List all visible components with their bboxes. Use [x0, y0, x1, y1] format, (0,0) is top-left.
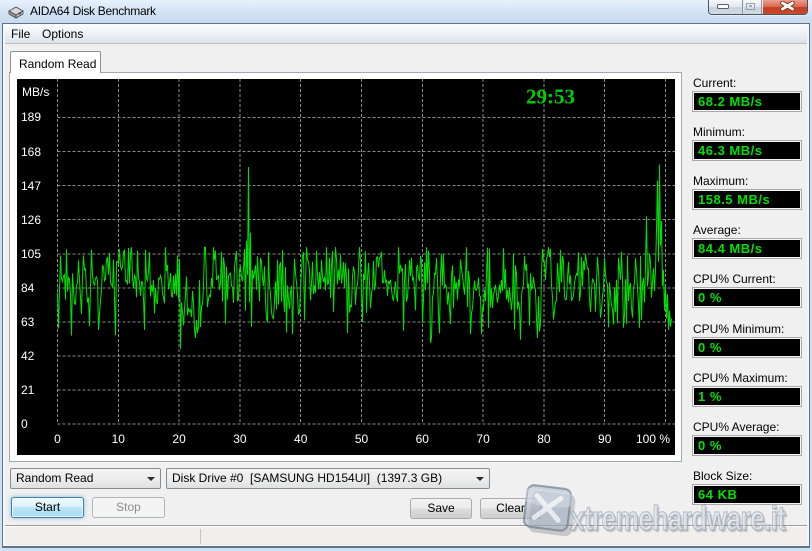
svg-text:60: 60 — [416, 432, 430, 446]
svg-text:10: 10 — [112, 432, 126, 446]
svg-text:50: 50 — [355, 432, 369, 446]
svg-text:105: 105 — [21, 247, 41, 261]
svg-text:84: 84 — [21, 281, 35, 295]
svg-text:63: 63 — [21, 315, 35, 329]
svg-text:0: 0 — [54, 432, 61, 446]
svg-text:126: 126 — [21, 213, 41, 227]
svg-text:42: 42 — [21, 349, 35, 363]
svg-text:168: 168 — [21, 145, 41, 159]
svg-text:30: 30 — [233, 432, 247, 446]
svg-text:100 %: 100 % — [636, 432, 670, 446]
svg-text:147: 147 — [21, 179, 41, 193]
svg-text:80: 80 — [537, 432, 551, 446]
svg-text:20: 20 — [172, 432, 186, 446]
svg-text:29:53: 29:53 — [526, 85, 575, 109]
svg-text:0: 0 — [21, 417, 28, 431]
svg-text:90: 90 — [598, 432, 612, 446]
svg-text:189: 189 — [21, 110, 41, 124]
svg-text:MB/s: MB/s — [22, 85, 49, 99]
svg-text:70: 70 — [476, 432, 490, 446]
svg-text:40: 40 — [294, 432, 308, 446]
svg-text:21: 21 — [21, 383, 35, 397]
